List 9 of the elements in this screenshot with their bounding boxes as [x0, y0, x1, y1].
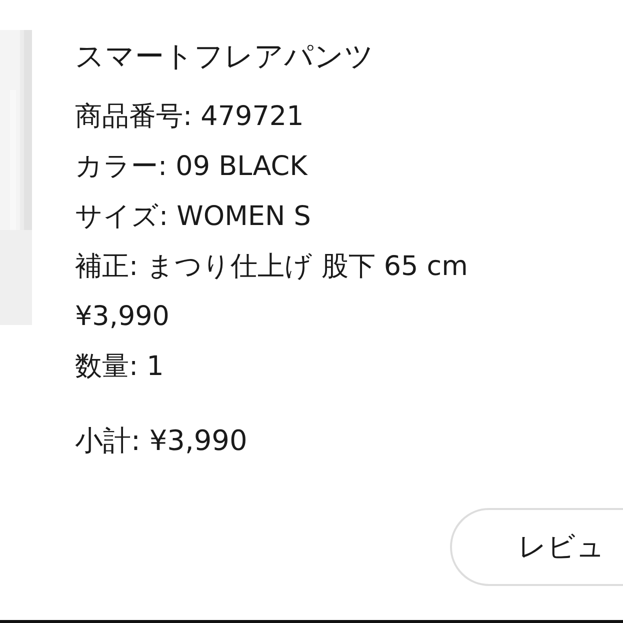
product-detail: サイズ: WOMEN S: [75, 200, 312, 234]
subtotal: 小計: ¥3,990: [75, 423, 248, 459]
product-detail: 数量: 1: [75, 350, 165, 384]
product-detail: カラー: 09 BLACK: [75, 150, 309, 184]
review-button[interactable]: レビュ: [450, 508, 623, 586]
product-detail: 補正: まつり仕上げ 股下 65 cm: [75, 250, 469, 284]
product-detail: ¥3,990: [75, 300, 170, 334]
product-name: スマートフレアパンツ: [75, 38, 375, 75]
product-detail: 商品番号: 479721: [75, 100, 305, 134]
